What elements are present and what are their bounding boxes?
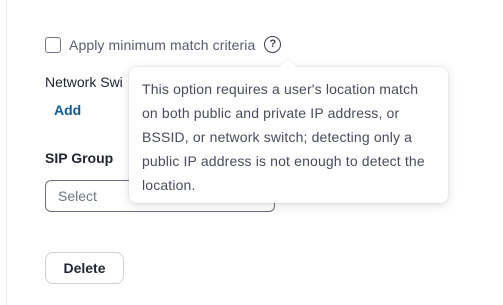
- sip-group-label: SIP Group: [45, 150, 114, 166]
- tooltip-text: This option requires a user's location m…: [142, 81, 425, 193]
- min-match-label[interactable]: Apply minimum match criteria: [69, 37, 255, 53]
- network-switch-label: Network Swi: [45, 74, 123, 90]
- add-network-switch-link[interactable]: Add: [54, 102, 81, 118]
- help-icon[interactable]: ?: [264, 36, 282, 53]
- help-icon-glyph: ?: [269, 38, 277, 50]
- help-tooltip: This option requires a user's location m…: [129, 58, 448, 203]
- min-match-checkbox[interactable]: [45, 36, 61, 53]
- delete-button[interactable]: Delete: [45, 252, 124, 284]
- location-settings-panel: Apply minimum match criteria ? Network S…: [0, 0, 503, 305]
- panel-divider: [6, 0, 7, 305]
- min-match-row: Apply minimum match criteria ?: [45, 36, 282, 53]
- tooltip-arrow: [279, 58, 297, 76]
